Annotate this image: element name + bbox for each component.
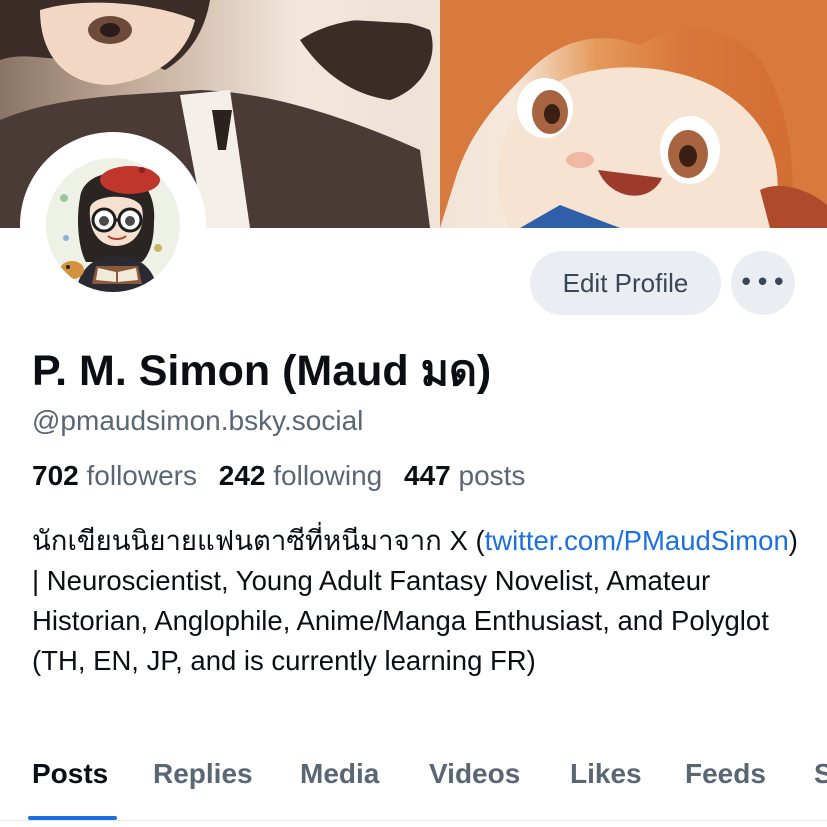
bio-twitter-link[interactable]: twitter.com/PMaudSimon (485, 525, 789, 556)
profile-tabs: Posts Replies Media Videos Likes Feeds S (0, 740, 827, 821)
following-label: following (273, 460, 383, 491)
ellipsis-horizontal-icon: ••• (738, 268, 788, 298)
avatar-image (46, 158, 180, 292)
tab-videos[interactable]: Videos (429, 758, 520, 790)
following-stat[interactable]: 242 following (219, 460, 382, 491)
profile-stats: 702 followers 242 following 447 posts (32, 460, 539, 492)
posts-stat: 447 posts (404, 460, 525, 491)
more-options-button[interactable]: ••• (731, 251, 795, 315)
followers-count: 702 (32, 460, 79, 491)
tab-starter-packs[interactable]: S (814, 758, 827, 790)
posts-count: 447 (404, 460, 451, 491)
edit-profile-button[interactable]: Edit Profile (530, 251, 721, 315)
tab-replies[interactable]: Replies (153, 758, 253, 790)
posts-label: posts (458, 460, 526, 491)
following-count: 242 (218, 460, 266, 491)
active-tab-indicator (28, 816, 117, 820)
tab-feeds[interactable]: Feeds (685, 758, 766, 790)
avatar[interactable] (20, 132, 206, 318)
bio-text-start: นักเขียนนิยายแฟนตาซีที่หนีมาจาก X ( (32, 525, 485, 556)
profile-bio: นักเขียนนิยายแฟนตาซีที่หนีมาจาก X (twitt… (32, 521, 812, 681)
profile-handle: @pmaudsimon.bsky.social (32, 405, 364, 436)
tab-likes[interactable]: Likes (570, 758, 642, 790)
followers-label: followers (86, 460, 197, 491)
followers-stat[interactable]: 702 followers (32, 460, 197, 491)
display-name: P. M. Simon (Maud มด) (32, 347, 492, 395)
tab-posts[interactable]: Posts (32, 758, 108, 790)
tab-media[interactable]: Media (300, 758, 379, 790)
